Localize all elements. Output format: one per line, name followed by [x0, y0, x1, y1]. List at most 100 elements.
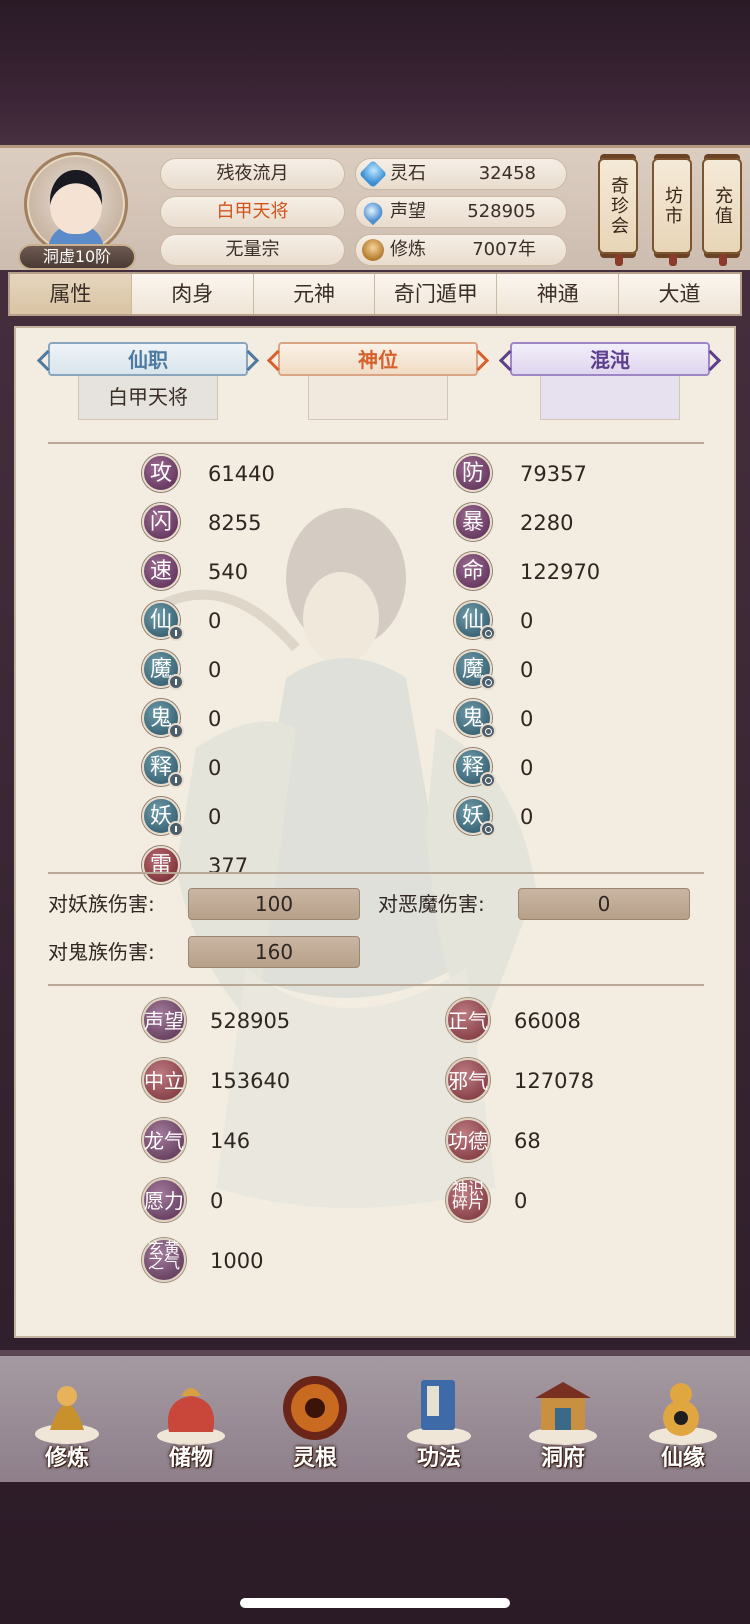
avatar-face	[50, 170, 102, 234]
defense-marker-icon	[480, 723, 496, 739]
stat-dodge: 闪 8255	[142, 503, 402, 543]
reputation-badge: 声望	[142, 998, 186, 1042]
cultivation-figure-icon	[27, 1368, 107, 1448]
tab-divine-position[interactable]: 神位	[278, 342, 478, 376]
stat-badge: 鬼	[454, 699, 496, 739]
title-column: 残夜流月 白甲天将 无量宗	[160, 158, 345, 272]
reputation-item: 功德 68	[446, 1118, 706, 1164]
stat-badge: 仙	[142, 601, 184, 641]
defense-marker-icon	[480, 674, 496, 690]
stat-ghost-defense: 鬼 0	[454, 699, 714, 739]
reputation-badge: 正气	[446, 998, 490, 1042]
nav-label: 洞府	[540, 1446, 585, 1471]
reputation-value: 127078	[514, 1069, 595, 1093]
storage-bag-icon	[151, 1368, 231, 1448]
defense-marker-icon	[480, 625, 496, 641]
nav-immortal-fate[interactable]: 仙缘	[628, 1360, 738, 1478]
stat-health: 命 122970	[454, 552, 714, 592]
reputation-badge: 神识碎片	[446, 1178, 490, 1222]
nav-storage[interactable]: 储物	[136, 1360, 246, 1478]
character-header: 洞虚10阶 残夜流月 白甲天将 无量宗 灵石 32458 声望 528905 修…	[0, 145, 750, 270]
reputation-badge: 愿力	[142, 1178, 186, 1222]
avatar[interactable]: 洞虚10阶	[18, 152, 136, 270]
defense-marker-icon	[480, 772, 496, 788]
tab-abilities[interactable]: 神通	[497, 274, 620, 314]
tab-immortal-post[interactable]: 仙职	[48, 342, 248, 376]
divine-position-value	[308, 376, 448, 420]
reputation-value: 146	[210, 1129, 251, 1153]
stat-thunder: 雷 377	[142, 846, 402, 886]
reputation-item: 正气 66008	[446, 998, 706, 1044]
reputation-value: 528905	[210, 1009, 291, 1033]
stat-defense: 防 79357	[454, 454, 714, 494]
stat-immortal-attack: 仙 0	[142, 601, 402, 641]
stat-ghost-attack: 鬼 0	[142, 699, 402, 739]
reputation-badge: 功德	[446, 1118, 490, 1162]
attack-marker-icon	[168, 674, 184, 690]
resource-cultivation: 修炼 7007年	[355, 234, 567, 266]
stat-value: 79357	[520, 462, 587, 486]
stat-buddha-attack: 释 0	[142, 748, 402, 788]
stat-badge: 暴	[454, 503, 492, 541]
treasure-auction-button[interactable]: 奇珍会	[598, 158, 638, 266]
nav-cave-dwelling[interactable]: 洞府	[508, 1360, 618, 1478]
nav-label: 功法	[416, 1446, 461, 1471]
tab-chaos[interactable]: 混沌	[510, 342, 710, 376]
damage-value: 100	[188, 888, 360, 920]
character-sect: 无量宗	[160, 234, 345, 266]
stat-badge: 速	[142, 552, 180, 590]
stat-value: 0	[208, 707, 222, 731]
tab-body[interactable]: 肉身	[131, 274, 254, 314]
tassel-icon	[615, 254, 623, 266]
reputation-badge: 玄黄之气	[142, 1238, 186, 1282]
stat-value: 0	[208, 658, 222, 682]
reputation-value: 153640	[210, 1069, 291, 1093]
stat-value: 0	[520, 805, 534, 829]
stat-badge: 闪	[142, 503, 180, 541]
recharge-button[interactable]: 充值	[702, 158, 742, 266]
shop-label: 充值	[712, 186, 733, 226]
cultivation-meditation-icon	[362, 239, 384, 261]
character-title: 白甲天将	[160, 196, 345, 228]
nav-technique[interactable]: 功法	[384, 1360, 494, 1478]
attack-marker-icon	[168, 625, 184, 641]
tab-dao[interactable]: 大道	[619, 274, 740, 314]
attack-marker-icon	[168, 772, 184, 788]
nav-cultivation[interactable]: 修炼	[12, 1360, 122, 1478]
nav-spirit-root[interactable]: 灵根	[260, 1360, 370, 1478]
stat-yao-attack: 妖 0	[142, 797, 402, 837]
damage-label: 对鬼族伤害:	[48, 940, 155, 964]
stat-buddha-defense: 释 0	[454, 748, 714, 788]
technique-book-icon	[399, 1368, 479, 1448]
resource-label: 灵石	[390, 163, 426, 184]
resource-spirit-stone: 灵石 32458	[355, 158, 567, 190]
defense-marker-icon	[480, 821, 496, 837]
stat-badge: 雷	[142, 846, 180, 884]
market-button[interactable]: 坊市	[652, 158, 692, 266]
resource-value: 32458	[478, 163, 536, 184]
stat-value: 0	[208, 609, 222, 633]
stat-immortal-defense: 仙 0	[454, 601, 714, 641]
divider	[48, 872, 704, 874]
immortal-post-value: 白甲天将	[78, 376, 218, 420]
tab-qimen[interactable]: 奇门遁甲	[375, 274, 498, 314]
reputation-value: 0	[210, 1189, 224, 1213]
tab-attributes[interactable]: 属性	[10, 274, 132, 314]
attack-marker-icon	[168, 723, 184, 739]
reputation-badge: 龙气	[142, 1118, 186, 1162]
stat-badge: 释	[454, 748, 496, 788]
divider	[48, 442, 704, 444]
home-indicator[interactable]	[240, 1598, 510, 1608]
nav-label: 仙缘	[660, 1446, 705, 1471]
cave-dwelling-icon	[523, 1368, 603, 1448]
stat-attack: 攻 61440	[142, 454, 402, 494]
stat-badge: 妖	[454, 797, 496, 837]
nav-label: 灵根	[292, 1446, 337, 1471]
stat-value: 377	[208, 854, 249, 878]
tab-soul[interactable]: 元神	[253, 274, 376, 314]
stat-badge: 仙	[454, 601, 496, 641]
stat-badge: 释	[142, 748, 184, 788]
stat-value: 0	[520, 756, 534, 780]
stat-value: 8255	[208, 511, 262, 535]
shop-label: 坊市	[662, 186, 683, 226]
